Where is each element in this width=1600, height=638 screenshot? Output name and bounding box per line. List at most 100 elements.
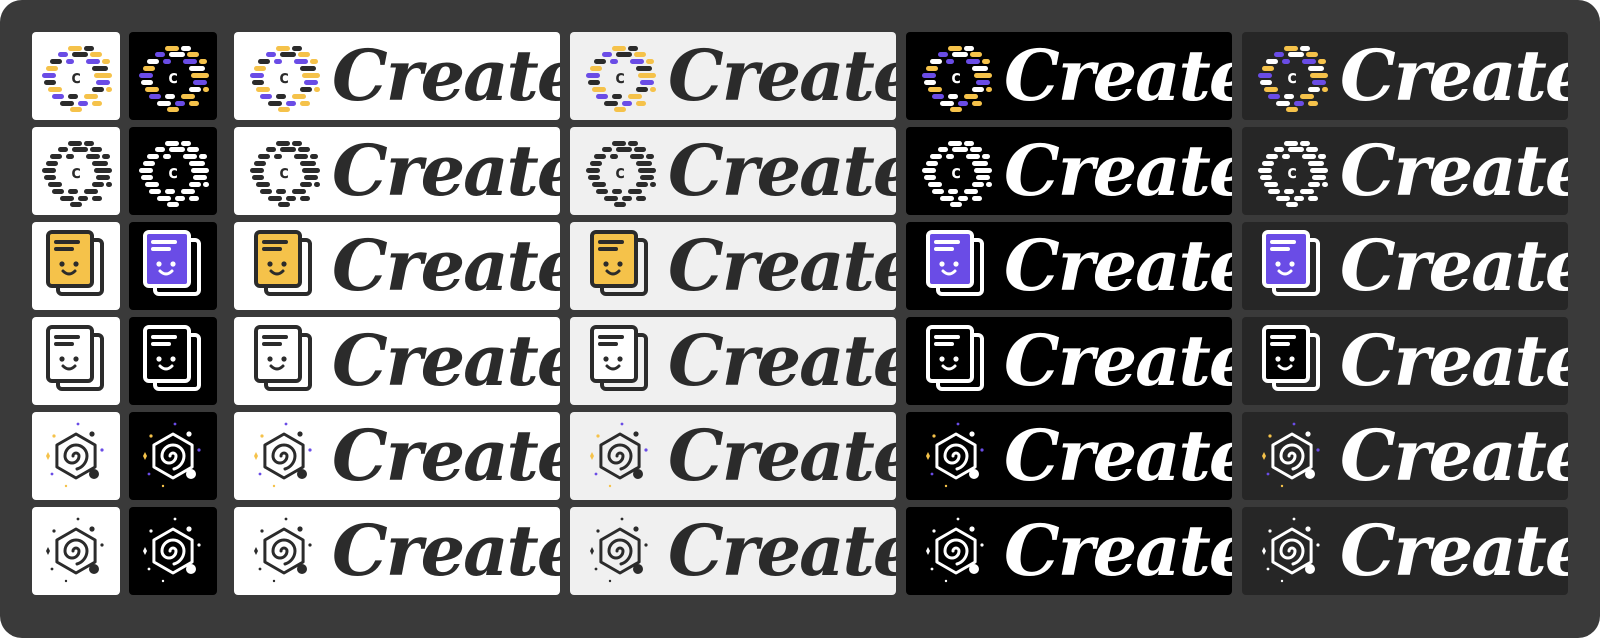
galaxy-hexagon-icon [926,422,984,488]
galaxy-hexagon-icon [46,422,104,488]
logo-banner-white: c Create [234,127,560,215]
logo-banner-white: Create [234,412,560,500]
logo-tile-black [129,412,217,500]
logo-tile-white [32,507,120,595]
logo-banner-dark: Create [1242,507,1568,595]
logo-banner-light: c Create [570,127,896,215]
wordmark-text: Create [1340,319,1568,402]
wordmark-text: Create [1340,129,1568,212]
wordmark-text: Create [332,34,560,117]
logo-banner-dark: Create [1242,222,1568,310]
logo-banner-light: Create [570,412,896,500]
galaxy-hexagon-icon [46,517,104,583]
logo-banner-white: Create [234,222,560,310]
dash-ring-icon: c [922,46,992,112]
logo-row-dash-ring-color: c c c Create c Create c Create c Create [0,32,1600,120]
wordmark-text: Create [1340,224,1568,307]
dash-ring-icon: c [250,141,320,207]
notebook-face-icon [143,325,201,391]
logo-banner-black: Create [906,317,1232,405]
logo-tile-black [129,317,217,405]
wordmark-text: Create [332,224,560,307]
svg-text:c: c [168,162,179,183]
logo-tile-white: c [32,127,120,215]
logo-banner-white: c Create [234,32,560,120]
svg-text:c: c [1287,162,1298,183]
dash-ring-icon: c [1258,46,1328,112]
wordmark-text: Create [668,414,896,497]
logo-tile-black [129,507,217,595]
logo-banner-dark: c Create [1242,127,1568,215]
logo-tile-white: c [32,32,120,120]
dash-ring-icon: c [1258,141,1328,207]
dash-ring-icon: c [922,141,992,207]
logo-grid: c c c Create c Create c Create c Create c c c Create c… [0,0,1600,638]
wordmark-text: Create [1340,414,1568,497]
wordmark-text: Create [332,319,560,402]
svg-text:c: c [951,162,962,183]
galaxy-hexagon-icon [590,422,648,488]
dash-ring-icon: c [42,46,112,112]
logo-banner-dark: Create [1242,412,1568,500]
logo-tile-white [32,222,120,310]
notebook-face-icon [1262,230,1320,296]
dash-ring-icon: c [139,141,209,207]
wordmark-text: Create [668,509,896,592]
logo-banner-black: c Create [906,127,1232,215]
wordmark-text: Create [1004,224,1232,307]
wordmark-text: Create [1004,509,1232,592]
svg-text:c: c [951,67,962,88]
logo-row-notebook-face-color: Create Create Create Create [0,222,1600,310]
svg-text:c: c [279,67,290,88]
logo-row-galaxy-hexagon-color: Create Create Create Create [0,412,1600,500]
logo-tile-black: c [129,127,217,215]
logo-banner-white: Create [234,507,560,595]
dash-ring-icon: c [586,141,656,207]
logo-banner-light: Create [570,317,896,405]
galaxy-hexagon-icon [926,517,984,583]
logo-banner-black: Create [906,507,1232,595]
galaxy-hexagon-icon [590,517,648,583]
logo-banner-black: Create [906,412,1232,500]
logo-banner-light: Create [570,507,896,595]
svg-text:c: c [279,162,290,183]
notebook-face-icon [254,230,312,296]
galaxy-hexagon-icon [1262,517,1320,583]
svg-text:c: c [1287,67,1298,88]
wordmark-text: Create [1340,34,1568,117]
galaxy-hexagon-icon [143,517,201,583]
wordmark-text: Create [332,129,560,212]
wordmark-text: Create [1004,129,1232,212]
galaxy-hexagon-icon [1262,422,1320,488]
notebook-face-icon [590,230,648,296]
logo-banner-light: Create [570,222,896,310]
notebook-face-icon [46,230,104,296]
dash-ring-icon: c [250,46,320,112]
logo-banner-black: c Create [906,32,1232,120]
wordmark-text: Create [1004,414,1232,497]
wordmark-text: Create [668,34,896,117]
wordmark-text: Create [1004,319,1232,402]
wordmark-text: Create [668,224,896,307]
dash-ring-icon: c [139,46,209,112]
wordmark-text: Create [668,129,896,212]
logo-banner-white: Create [234,317,560,405]
logo-row-galaxy-hexagon-mono: Create Create Create Create [0,507,1600,595]
svg-text:c: c [168,67,179,88]
logo-banner-dark: c Create [1242,32,1568,120]
notebook-face-icon [590,325,648,391]
svg-text:c: c [71,162,82,183]
notebook-face-icon [926,230,984,296]
wordmark-text: Create [1340,509,1568,592]
logo-row-dash-ring-mono: c c c Create c Create c Create c Create [0,127,1600,215]
galaxy-hexagon-icon [254,422,312,488]
svg-text:c: c [615,67,626,88]
logo-tile-white [32,317,120,405]
wordmark-text: Create [332,509,560,592]
galaxy-hexagon-icon [143,422,201,488]
logo-row-notebook-face-mono: Create Create Create Create [0,317,1600,405]
notebook-face-icon [254,325,312,391]
dash-ring-icon: c [42,141,112,207]
galaxy-hexagon-icon [254,517,312,583]
wordmark-text: Create [1004,34,1232,117]
